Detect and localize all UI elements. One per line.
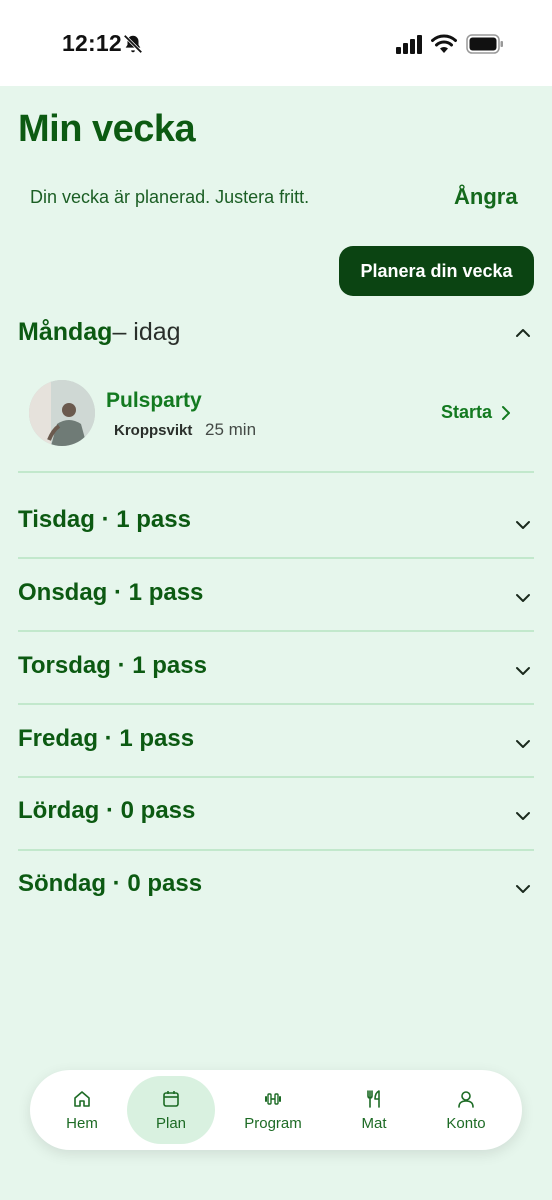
plan-week-button[interactable]: Planera din vecka xyxy=(339,246,534,296)
person-icon xyxy=(458,1090,474,1108)
day-row-wednesday[interactable]: Onsdag · 1 pass xyxy=(18,579,534,619)
day-row-tuesday[interactable]: Tisdag · 1 pass xyxy=(18,506,534,546)
day-name: Måndag xyxy=(18,318,113,346)
dumbbell-icon xyxy=(265,1092,281,1105)
start-label: Starta xyxy=(441,402,493,422)
nav-label: Hem xyxy=(66,1114,98,1132)
nav-program[interactable]: Program xyxy=(230,1076,316,1144)
home-icon xyxy=(74,1090,90,1107)
signal-icon xyxy=(396,35,422,54)
day-label: Fredag · 1 pass xyxy=(18,725,195,752)
bell-muted-icon xyxy=(123,34,143,54)
start-workout-button[interactable]: Starta xyxy=(441,402,512,423)
chevron-right-icon xyxy=(502,405,511,420)
divider xyxy=(18,471,534,473)
nav-label: Plan xyxy=(155,1114,187,1132)
chevron-down-icon xyxy=(516,885,530,893)
day-label: Lördag · 0 pass xyxy=(18,797,196,824)
workout-tag: Kroppsvikt xyxy=(114,422,193,439)
nav-label: Mat xyxy=(361,1114,387,1132)
day-today-suffix: – idag xyxy=(112,318,181,346)
nav-label: Program xyxy=(244,1114,302,1132)
day-label: Tisdag · 1 pass xyxy=(18,506,191,533)
nav-plan[interactable]: Plan xyxy=(127,1076,215,1144)
workout-thumbnail xyxy=(29,380,95,446)
page-title: Min vecka xyxy=(18,108,196,150)
calendar-icon xyxy=(163,1090,179,1107)
day-row-saturday[interactable]: Lördag · 0 pass xyxy=(18,797,534,837)
chevron-down-icon xyxy=(516,594,530,602)
divider xyxy=(18,557,534,559)
nav-home[interactable]: Hem xyxy=(44,1076,120,1144)
day-label: Onsdag · 1 pass xyxy=(18,579,204,606)
chevron-down-icon xyxy=(516,667,530,675)
page-subtitle: Din vecka är planerad. Justera fritt. xyxy=(30,187,310,207)
day-row-friday[interactable]: Fredag · 1 pass xyxy=(18,725,534,765)
battery-icon xyxy=(466,34,503,54)
undo-button[interactable]: Ångra xyxy=(454,184,518,210)
chevron-down-icon xyxy=(516,521,530,529)
status-bar: 12:12 xyxy=(0,0,552,86)
nav-konto[interactable]: Konto xyxy=(428,1076,504,1144)
divider xyxy=(18,776,534,778)
nav-mat[interactable]: Mat xyxy=(336,1076,412,1144)
workout-name: Pulsparty xyxy=(106,389,202,412)
day-title: Måndag– idag xyxy=(18,318,181,347)
day-row-sunday[interactable]: Söndag · 0 pass xyxy=(18,870,534,910)
day-label: Torsdag · 1 pass xyxy=(18,652,207,679)
status-time: 12:12 xyxy=(62,30,122,56)
chevron-down-icon xyxy=(516,812,530,820)
day-label: Söndag · 0 pass xyxy=(18,870,203,897)
divider xyxy=(18,849,534,851)
bottom-nav: Hem Plan Program Mat Konto xyxy=(30,1070,522,1150)
chevron-up-icon[interactable] xyxy=(514,324,532,342)
divider xyxy=(18,703,534,705)
workout-duration: 25 min xyxy=(205,420,257,439)
chevron-down-icon xyxy=(516,740,530,748)
fork-knife-icon xyxy=(367,1089,380,1108)
nav-label: Konto xyxy=(446,1114,486,1132)
workout-card[interactable]: Pulsparty Kroppsvikt 25 min Starta xyxy=(18,372,534,454)
wifi-icon xyxy=(431,34,457,53)
day-header-monday[interactable]: Måndag– idag xyxy=(18,318,534,352)
divider xyxy=(18,630,534,632)
day-row-thursday[interactable]: Torsdag · 1 pass xyxy=(18,652,534,692)
